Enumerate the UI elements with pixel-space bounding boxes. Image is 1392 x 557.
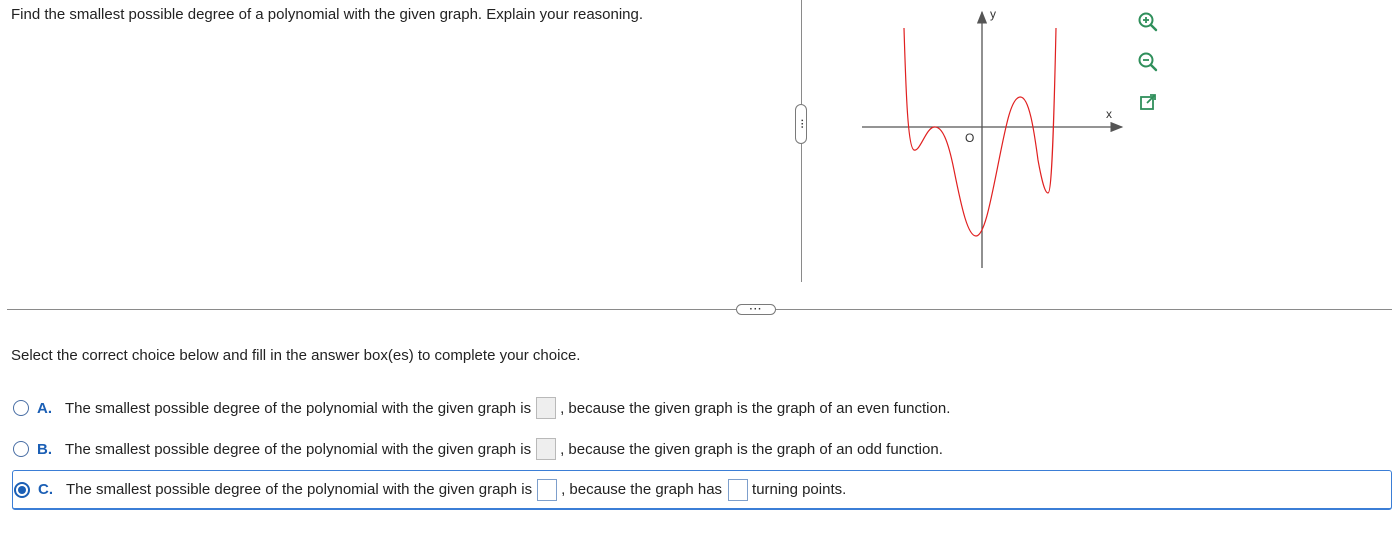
open-external-icon [1140,94,1156,110]
choice-b-answer-box[interactable] [536,438,557,460]
vertical-splitter-handle[interactable]: ··· [795,104,807,144]
choice-a-letter: A. [37,399,52,417]
choice-c-turning-points-box[interactable] [728,478,749,501]
choice-c-degree-box[interactable] [537,478,558,501]
choice-c-text-before: The smallest possible degree of the poly… [66,481,533,498]
choice-a-text-after: , because the given graph is the graph o… [560,399,951,417]
polynomial-curve [903,27,1057,237]
choice-b-letter: B. [37,440,52,458]
zoom-out-icon [1138,52,1158,72]
choice-b-text-before: The smallest possible degree of the poly… [65,440,532,458]
choice-c[interactable]: C. The smallest possible degree of the p… [12,470,1392,510]
question-text: Find the smallest possible degree of a p… [11,6,644,23]
choice-c-letter: C. [38,481,53,498]
zoom-in-button[interactable] [1134,8,1162,36]
choice-b[interactable]: B. The smallest possible degree of the p… [13,435,943,463]
x-axis-label: x [1106,107,1112,121]
zoom-out-button[interactable] [1134,48,1162,76]
radio-a[interactable] [13,400,29,416]
choice-a-text-before: The smallest possible degree of the poly… [65,399,532,417]
y-axis-label: y [990,7,996,21]
instruction-text: Select the correct choice below and fill… [11,347,581,364]
choice-c-text-after: turning points. [752,481,847,498]
zoom-in-icon [1138,12,1158,32]
origin-label: O [965,131,974,145]
polynomial-graph: y x O [862,7,1124,268]
choice-b-text-after: , because the given graph is the graph o… [560,440,943,458]
choice-a[interactable]: A. The smallest possible degree of the p… [13,394,950,422]
horizontal-splitter-handle[interactable]: ··· [736,304,776,315]
choice-a-answer-box[interactable] [536,397,557,419]
choice-c-text-middle: , because the graph has [561,481,723,498]
open-external-button[interactable] [1134,88,1162,116]
radio-c[interactable] [14,481,30,498]
horizontal-divider [7,309,1392,310]
radio-b[interactable] [13,441,29,457]
